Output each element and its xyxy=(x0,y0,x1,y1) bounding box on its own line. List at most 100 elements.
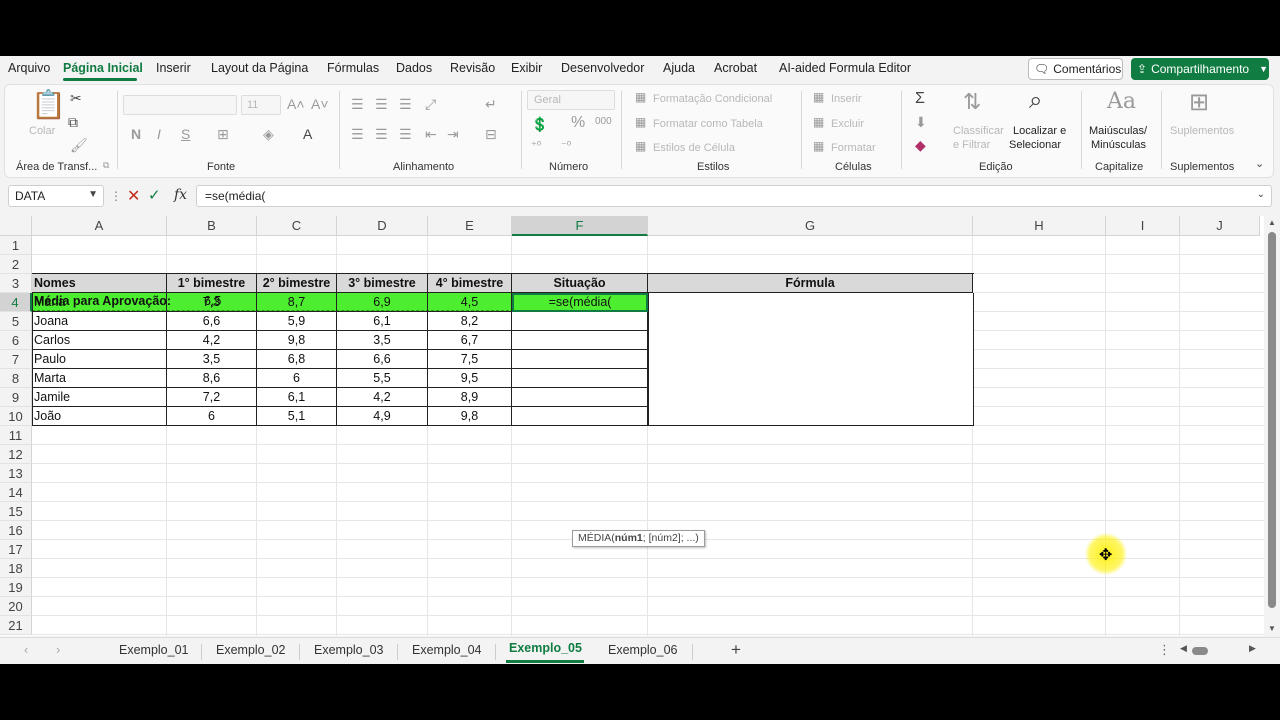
capitalize-line1[interactable]: Maiúsculas/ xyxy=(1089,125,1147,137)
row-header-8[interactable]: 8 xyxy=(0,369,32,388)
change-case-icon[interactable]: Aa xyxy=(1107,91,1136,113)
row-header-13[interactable]: 13 xyxy=(0,464,32,483)
currency-icon[interactable]: 💲 xyxy=(531,117,548,131)
row-header-10[interactable]: 10 xyxy=(0,407,32,426)
wrap-text-icon[interactable]: ↵ xyxy=(485,97,497,111)
column-header-h[interactable]: H xyxy=(973,216,1106,236)
align-top-icon[interactable]: ☰ xyxy=(351,97,364,111)
comments-button[interactable]: 🗨 Comentários xyxy=(1028,58,1123,80)
cell-name[interactable]: João xyxy=(32,407,167,426)
menu-revisao[interactable]: Revisão xyxy=(450,61,495,75)
menu-inserir[interactable]: Inserir xyxy=(156,61,191,75)
align-center-icon[interactable]: ☰ xyxy=(375,127,388,141)
cell-grade[interactable]: 9,8 xyxy=(257,331,337,350)
cell-name[interactable]: Maria xyxy=(32,293,167,312)
capitalize-line2[interactable]: Minúsculas xyxy=(1091,139,1146,151)
row-header-20[interactable]: 20 xyxy=(0,597,32,616)
cell-name[interactable]: Jamile xyxy=(32,388,167,407)
merge-center-icon[interactable]: ⊟ xyxy=(485,127,497,141)
fill-icon[interactable]: ⬇ xyxy=(915,115,927,129)
font-size-select[interactable]: 11 xyxy=(241,95,281,115)
cell-grade[interactable]: 6,6 xyxy=(337,350,428,369)
row-header-7[interactable]: 7 xyxy=(0,350,32,369)
cell-grade[interactable]: 9,8 xyxy=(428,407,512,426)
cell-grade[interactable]: 4,5 xyxy=(428,293,512,312)
cell-situacao[interactable] xyxy=(512,369,648,388)
cell-grade[interactable]: 6,7 xyxy=(428,331,512,350)
italic-icon[interactable]: I xyxy=(157,127,161,141)
cell-name[interactable]: Paulo xyxy=(32,350,167,369)
row-header-9[interactable]: 9 xyxy=(0,388,32,407)
cell-situacao[interactable] xyxy=(512,388,648,407)
insert-function-icon[interactable]: fx xyxy=(174,187,187,203)
row-header-3[interactable]: 3 xyxy=(0,274,32,293)
menu-acrobat[interactable]: Acrobat xyxy=(714,61,757,75)
header-situa-o[interactable]: Situação xyxy=(512,274,648,293)
insert-cells-button[interactable]: Inserir xyxy=(831,93,862,105)
column-header-g[interactable]: G xyxy=(648,216,973,236)
more-options-icon[interactable]: ⋮ xyxy=(110,189,122,203)
sort-filter-icon[interactable]: ⇅ xyxy=(963,91,981,113)
row-header-2[interactable]: 2 xyxy=(0,255,32,274)
cancel-icon[interactable]: ✕ xyxy=(127,186,140,206)
menu-ai-formula-editor[interactable]: AI-aided Formula Editor xyxy=(779,61,911,75)
font-name-select[interactable] xyxy=(123,95,237,115)
cell-grade[interactable]: 8,7 xyxy=(257,293,337,312)
row-header-19[interactable]: 19 xyxy=(0,578,32,597)
sheet-tab-exemplo-05[interactable]: Exemplo_05 xyxy=(509,641,582,655)
expand-formula-bar-icon[interactable]: ⌄ xyxy=(1257,189,1265,200)
sheet-tab-exemplo-06[interactable]: Exemplo_06 xyxy=(608,643,678,657)
name-box[interactable]: DATA ▼ xyxy=(8,185,104,207)
cell-styles-button[interactable]: Estilos de Célula xyxy=(653,142,735,154)
delete-cells-button[interactable]: Excluir xyxy=(831,118,864,130)
format-painter-icon[interactable]: 🖌 xyxy=(70,138,88,152)
align-right-icon[interactable]: ☰ xyxy=(399,127,412,141)
column-header-e[interactable]: E xyxy=(428,216,512,236)
column-header-a[interactable]: A xyxy=(32,216,167,236)
header-f-rmula[interactable]: Fórmula xyxy=(648,274,973,293)
decrease-decimal-icon[interactable]: ⁻⁰ xyxy=(561,141,571,152)
conditional-formatting-button[interactable]: Formatação Condicional xyxy=(653,93,772,105)
increase-decimal-icon[interactable]: ⁺⁰ xyxy=(531,141,541,152)
format-as-table-button[interactable]: Formatar como Tabela xyxy=(653,118,763,130)
formula-column-merged-cell[interactable] xyxy=(648,293,974,426)
menu-desenvolvedor[interactable]: Desenvolvedor xyxy=(561,61,644,75)
cell-grade[interactable]: 5,9 xyxy=(257,312,337,331)
column-header-f[interactable]: F xyxy=(512,216,648,236)
autosum-icon[interactable]: Σ xyxy=(915,91,925,107)
cell-situacao[interactable] xyxy=(512,312,648,331)
menu-ajuda[interactable]: Ajuda xyxy=(663,61,695,75)
thousands-icon[interactable]: 000 xyxy=(595,117,612,127)
menu-exibir[interactable]: Exibir xyxy=(511,61,542,75)
row-header-17[interactable]: 17 xyxy=(0,540,32,559)
find-label[interactable]: Localizar e xyxy=(1013,125,1066,137)
cell-grade[interactable]: 6,1 xyxy=(257,388,337,407)
sheet-tab-exemplo-01[interactable]: Exemplo_01 xyxy=(119,643,189,657)
menu-layout[interactable]: Layout da Página xyxy=(211,61,308,75)
dialog-launcher-icon[interactable]: ⧉ xyxy=(103,161,109,170)
header-4-bimestre[interactable]: 4° bimestre xyxy=(428,274,512,293)
next-sheet-icon[interactable]: › xyxy=(56,642,60,657)
cell-grade[interactable]: 8,2 xyxy=(428,312,512,331)
column-header-b[interactable]: B xyxy=(167,216,257,236)
cell-name[interactable]: Carlos xyxy=(32,331,167,350)
format-cells-button[interactable]: Formatar xyxy=(831,142,876,154)
vertical-scroll-thumb[interactable] xyxy=(1268,232,1276,608)
select-all-corner[interactable] xyxy=(0,216,32,236)
cell-grade[interactable]: 5,1 xyxy=(257,407,337,426)
row-header-21[interactable]: 21 xyxy=(0,616,32,635)
header-1-bimestre[interactable]: 1° bimestre xyxy=(167,274,257,293)
cell-grade[interactable]: 6 xyxy=(167,407,257,426)
horizontal-scroll-thumb[interactable] xyxy=(1192,647,1208,655)
cell-grade[interactable]: 4,9 xyxy=(337,407,428,426)
cell-grade[interactable]: 6,9 xyxy=(337,293,428,312)
scroll-down-icon[interactable]: ▼ xyxy=(1268,624,1276,633)
percent-icon[interactable]: % xyxy=(571,115,585,131)
cell-name[interactable]: Marta xyxy=(32,369,167,388)
share-button[interactable]: ⇪ Compartilhamento ▼ xyxy=(1131,58,1269,80)
cell-situacao[interactable] xyxy=(512,350,648,369)
cell-situacao[interactable] xyxy=(512,407,648,426)
menu-dados[interactable]: Dados xyxy=(396,61,432,75)
row-header-5[interactable]: 5 xyxy=(0,312,32,331)
sheet-tab-exemplo-03[interactable]: Exemplo_03 xyxy=(314,643,384,657)
